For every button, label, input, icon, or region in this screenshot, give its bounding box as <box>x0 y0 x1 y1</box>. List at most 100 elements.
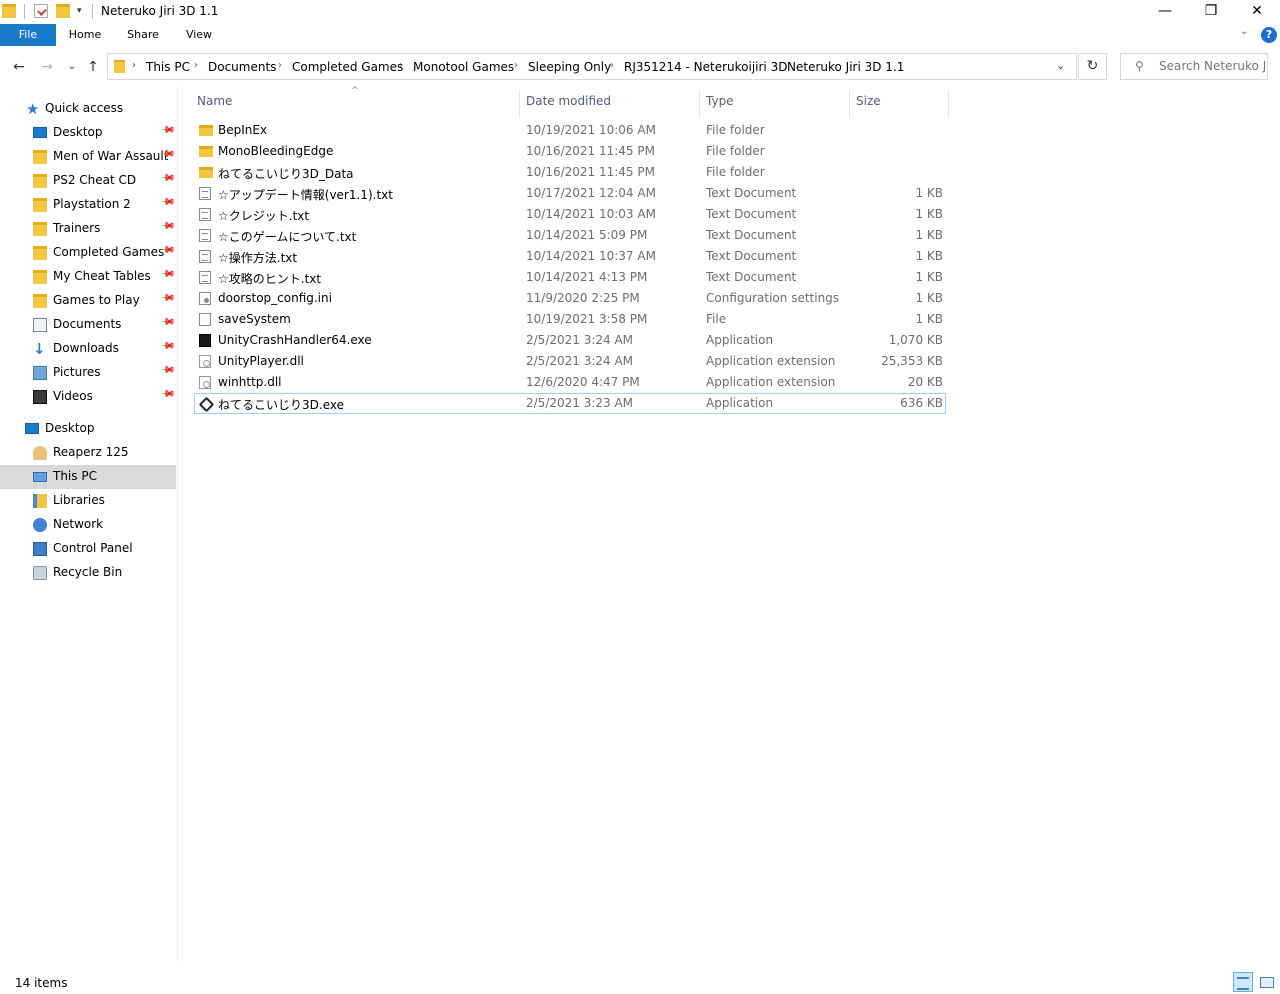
sidebar-item-control-panel[interactable]: Control Panel <box>0 537 176 561</box>
sidebar-item-playstation-2[interactable]: Playstation 2 📌 <box>0 193 176 217</box>
file-explorer-window: ▾ Neteruko Jiri 3D 1.1 — ❐ ✕ File Home S… <box>0 0 1280 994</box>
tab-share[interactable]: Share <box>118 24 168 46</box>
file-row[interactable]: UnityPlayer.dll 2/5/2021 3:24 AM Applica… <box>194 351 946 372</box>
column-divider[interactable] <box>948 90 949 118</box>
sidebar-item-men-of-war-assault[interactable]: Men of War Assault 📌 <box>0 145 176 169</box>
sidebar-item-reaperz-125[interactable]: Reaperz 125 <box>0 441 176 465</box>
sidebar-item-downloads[interactable]: ↓ Downloads 📌 <box>0 337 176 361</box>
breadcrumb-rj351214[interactable]: RJ351214 - Neterukoijiri 3D <box>624 60 787 74</box>
pin-icon: 📌 <box>158 338 176 355</box>
tab-home[interactable]: Home <box>60 24 110 46</box>
back-button[interactable]: ← <box>11 58 27 76</box>
sidebar-item-libraries[interactable]: Libraries <box>0 489 176 513</box>
forward-button[interactable]: → <box>39 58 55 76</box>
breadcrumb-separator[interactable]: › <box>610 60 614 71</box>
file-name: UnityPlayer.dll <box>218 354 304 368</box>
status-bar: 14 items <box>0 962 1280 994</box>
unity-app-icon <box>198 396 215 413</box>
restore-button[interactable]: ❐ <box>1188 0 1234 24</box>
sidebar-item-this-pc[interactable]: This PC <box>0 465 176 489</box>
breadcrumb-separator[interactable]: › <box>132 60 136 71</box>
tab-view[interactable]: View <box>174 24 224 46</box>
file-type: Text Document <box>706 186 797 200</box>
minimize-button[interactable]: — <box>1142 0 1188 24</box>
sidebar-item-completed-games[interactable]: Completed Games 📌 <box>0 241 176 265</box>
file-type: File folder <box>706 144 765 158</box>
file-row[interactable]: ☆クレジット.txt 10/14/2021 10:03 AM Text Docu… <box>194 204 946 225</box>
breadcrumb-documents[interactable]: Documents <box>208 60 276 74</box>
column-header-name[interactable]: Name <box>197 94 232 108</box>
file-row[interactable]: ☆アップデート情報(ver1.1).txt 10/17/2021 12:04 A… <box>194 183 946 204</box>
close-button[interactable]: ✕ <box>1234 0 1280 24</box>
column-divider[interactable] <box>519 90 520 118</box>
file-row[interactable]: ねてるこいじり3D_Data 10/16/2021 11:45 PM File … <box>194 162 946 183</box>
details-view-icon[interactable] <box>1233 972 1253 992</box>
new-folder-icon[interactable] <box>56 4 70 18</box>
window-title: Neteruko Jiri 3D 1.1 <box>101 4 219 18</box>
file-row[interactable]: BepInEx 10/19/2021 10:06 AM File folder <box>194 120 946 141</box>
sidebar-item-trainers[interactable]: Trainers 📌 <box>0 217 176 241</box>
file-row[interactable]: winhttp.dll 12/6/2020 4:47 PM Applicatio… <box>194 372 946 393</box>
search-input[interactable] <box>1159 59 1265 73</box>
file-row[interactable]: saveSystem 10/19/2021 3:58 PM File 1 KB <box>194 309 946 330</box>
file-name: ☆クレジット.txt <box>218 209 310 223</box>
breadcrumb-separator[interactable]: › <box>278 60 282 71</box>
column-divider[interactable] <box>849 90 850 118</box>
breadcrumb-separator[interactable]: › <box>774 60 778 71</box>
sidebar-item-documents[interactable]: Documents 📌 <box>0 313 176 337</box>
file-name: doorstop_config.ini <box>218 291 332 305</box>
properties-icon[interactable] <box>34 4 48 18</box>
sidebar-item-desktop[interactable]: Desktop <box>0 417 176 441</box>
control-panel-icon <box>33 542 47 556</box>
up-button[interactable]: ↑ <box>85 58 101 76</box>
customize-toolbar-dropdown[interactable]: ▾ <box>77 6 82 16</box>
column-header-size[interactable]: Size <box>856 94 881 108</box>
breadcrumb-this-pc[interactable]: This PC <box>146 60 190 74</box>
folder-icon <box>114 60 125 73</box>
breadcrumb-separator[interactable]: › <box>194 60 198 71</box>
address-bar[interactable]: › This PC › Documents › Completed Games … <box>107 53 1077 80</box>
sidebar-item-quick-access[interactable]: ★ Quick access <box>0 97 176 121</box>
recent-locations-button[interactable]: ⌄ <box>64 58 80 76</box>
sidebar-item-pictures[interactable]: Pictures 📌 <box>0 361 176 385</box>
expand-ribbon-icon[interactable]: ⌄ <box>1240 26 1248 37</box>
file-name: UnityCrashHandler64.exe <box>218 333 372 347</box>
text-file-icon <box>199 229 211 242</box>
large-icons-view-icon[interactable] <box>1257 972 1277 992</box>
file-row[interactable]: doorstop_config.ini 11/9/2020 2:25 PM Co… <box>194 288 946 309</box>
file-type: Text Document <box>706 207 797 221</box>
file-row[interactable]: ☆操作方法.txt 10/14/2021 10:37 AM Text Docum… <box>194 246 946 267</box>
sidebar-item-network[interactable]: Network <box>0 513 176 537</box>
user-folder-icon <box>33 446 47 460</box>
refresh-button[interactable]: ↻ <box>1078 53 1107 80</box>
breadcrumb-separator[interactable]: › <box>514 60 518 71</box>
tab-file[interactable]: File <box>0 24 56 46</box>
sidebar-item-ps2-cheat-cd[interactable]: PS2 Cheat CD 📌 <box>0 169 176 193</box>
sidebar-item-videos[interactable]: Videos 📌 <box>0 385 176 409</box>
file-date: 10/17/2021 12:04 AM <box>526 186 656 200</box>
sidebar-item-my-cheat-tables[interactable]: My Cheat Tables 📌 <box>0 265 176 289</box>
file-row-focused[interactable]: ねてるこいじり3D.exe 2/5/2021 3:23 AM Applicati… <box>194 393 946 414</box>
file-date: 2/5/2021 3:23 AM <box>526 396 634 410</box>
address-history-dropdown[interactable]: ⌄ <box>1056 59 1065 72</box>
breadcrumb-completed-games[interactable]: Completed Games <box>292 60 403 74</box>
breadcrumb-sleeping-only[interactable]: Sleeping Only <box>528 60 611 74</box>
column-header-type[interactable]: Type <box>706 94 734 108</box>
text-file-icon <box>199 271 211 284</box>
column-header-date-modified[interactable]: Date modified <box>526 94 611 108</box>
file-name: ねてるこいじり3D.exe <box>218 398 344 412</box>
file-row[interactable]: UnityCrashHandler64.exe 2/5/2021 3:24 AM… <box>194 330 946 351</box>
folder-icon <box>33 150 47 164</box>
breadcrumb-monotool-games[interactable]: Monotool Games <box>413 60 514 74</box>
search-box[interactable]: ⚲ <box>1120 53 1268 80</box>
breadcrumb-separator[interactable]: › <box>399 60 403 71</box>
breadcrumb-current-folder[interactable]: Neteruko Jiri 3D 1.1 <box>787 60 904 74</box>
help-icon[interactable]: ? <box>1261 27 1277 43</box>
file-row[interactable]: ☆攻略のヒント.txt 10/14/2021 4:13 PM Text Docu… <box>194 267 946 288</box>
file-row[interactable]: ☆このゲームについて.txt 10/14/2021 5:09 PM Text D… <box>194 225 946 246</box>
sidebar-item-games-to-play[interactable]: Games to Play 📌 <box>0 289 176 313</box>
sidebar-item-recycle-bin[interactable]: Recycle Bin <box>0 561 176 585</box>
sidebar-item-desktop-pinned[interactable]: Desktop 📌 <box>0 121 176 145</box>
file-row[interactable]: MonoBleedingEdge 10/16/2021 11:45 PM Fil… <box>194 141 946 162</box>
column-divider[interactable] <box>699 90 700 118</box>
